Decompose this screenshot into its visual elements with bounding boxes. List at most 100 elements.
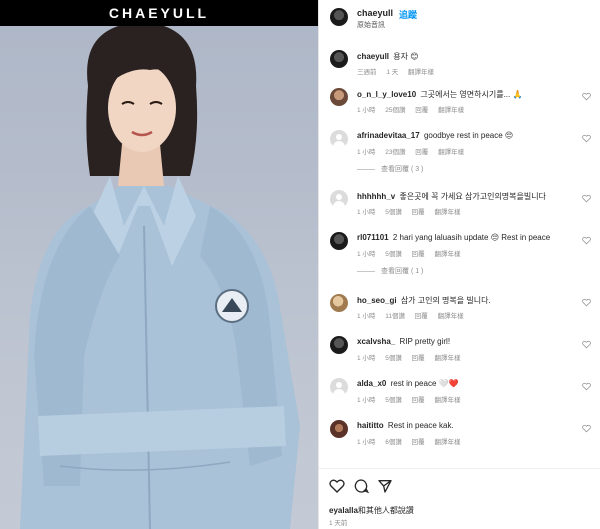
- emoji: 🙏: [512, 90, 523, 99]
- emoji: 🤍❤️: [438, 379, 459, 388]
- commenter-username[interactable]: afrinadevitaa_17: [357, 131, 420, 140]
- view-replies-link[interactable]: 查看回覆 ( 1 ): [357, 266, 423, 276]
- reply-link[interactable]: 回覆: [415, 107, 428, 114]
- comment-time: 1 小時: [357, 313, 376, 320]
- comment-time: 1 小時: [357, 107, 376, 114]
- reply-link[interactable]: 回覆: [412, 251, 425, 258]
- comment-time: 1 小時: [357, 355, 376, 362]
- reply-link[interactable]: 回覆: [412, 209, 425, 216]
- translate-link[interactable]: 翻譯年樣: [438, 149, 464, 156]
- translate-link[interactable]: 翻譯年樣: [438, 313, 464, 320]
- translate-link[interactable]: 翻譯年樣: [408, 69, 434, 76]
- commenter-avatar[interactable]: [330, 190, 348, 208]
- commenter-username[interactable]: xcalvsha_: [357, 337, 395, 346]
- comment-likes[interactable]: 1 天: [386, 69, 398, 76]
- reply-link[interactable]: 回覆: [412, 439, 425, 446]
- commenter-avatar[interactable]: [330, 232, 348, 250]
- action-bar: [319, 474, 600, 498]
- brand-banner: CHAEYULL: [0, 0, 318, 26]
- comment-likes[interactable]: 25個讚: [385, 107, 405, 114]
- replies-line: [357, 270, 375, 272]
- comment-meta: 三週前 1 天 翻譯年樣: [357, 66, 442, 76]
- comment-meta: 1 小時 5個讚 回覆 翻譯年樣: [357, 394, 468, 404]
- follow-button[interactable]: 追蹤: [399, 8, 417, 21]
- like-heart-icon[interactable]: [329, 478, 345, 494]
- translate-link[interactable]: 翻譯年樣: [434, 251, 460, 258]
- commenter-username[interactable]: o_n_l_y_love10: [357, 90, 416, 99]
- commenter-username[interactable]: rl071101: [357, 233, 389, 242]
- like-heart-icon[interactable]: [582, 92, 591, 101]
- translate-link[interactable]: 翻譯年樣: [434, 355, 460, 362]
- commenter-avatar[interactable]: [330, 88, 348, 106]
- comment-time: 1 小時: [357, 439, 376, 446]
- comment-meta: 1 小時 5個讚 回覆 翻譯年樣: [357, 206, 468, 216]
- comment-likes[interactable]: 5個讚: [385, 355, 402, 362]
- comment-likes[interactable]: 5個讚: [385, 251, 402, 258]
- comment-meta: 1 小時 6個讚 回覆 翻譯年樣: [357, 436, 468, 446]
- mention[interactable]: asih update: [447, 233, 488, 242]
- comment-time: 三週前: [357, 69, 377, 76]
- comment-likes[interactable]: 23個讚: [385, 149, 405, 156]
- comment-text: afrinadevitaa_17 goodbye rest in peace 😔: [357, 131, 514, 140]
- divider: [319, 468, 600, 469]
- post-header: chaeyull 追蹤 原始音訊: [319, 0, 600, 38]
- author-avatar[interactable]: [330, 8, 348, 26]
- comment-text: hhhhhh_v 좋은곳에 꼭 가세요 삼가고인의명복을빌니다: [357, 192, 546, 201]
- liked-text: 和其他人都說讚: [357, 506, 414, 515]
- reply-link[interactable]: 回覆: [412, 397, 425, 404]
- translate-link[interactable]: 翻譯年樣: [434, 209, 460, 216]
- comment-likes[interactable]: 5個讚: [385, 397, 402, 404]
- comment-text: ho_seo_gi 삼가 고인의 명복을 빌니다.: [357, 296, 491, 305]
- comment-likes[interactable]: 6個讚: [385, 439, 402, 446]
- comment-text: chaeyull 용자 😊: [357, 52, 419, 61]
- comment-text: rl071101 2 hari yang laluasih update 😔 R…: [357, 233, 551, 242]
- emoji: 😔: [490, 233, 500, 242]
- like-heart-icon[interactable]: [582, 382, 591, 391]
- reply-link[interactable]: 回覆: [415, 313, 428, 320]
- like-heart-icon[interactable]: [582, 298, 591, 307]
- commenter-username[interactable]: haititto: [357, 421, 384, 430]
- post-photo[interactable]: CHAEYULL: [0, 0, 318, 529]
- commenter-avatar[interactable]: [330, 378, 348, 396]
- translate-link[interactable]: 翻譯年樣: [434, 439, 460, 446]
- commenter-avatar[interactable]: [330, 130, 348, 148]
- reply-link[interactable]: 回覆: [415, 149, 428, 156]
- commenter-username[interactable]: ho_seo_gi: [357, 296, 397, 305]
- comment-time: 1 小時: [357, 209, 376, 216]
- commenter-avatar[interactable]: [330, 294, 348, 312]
- like-heart-icon[interactable]: [582, 236, 591, 245]
- comment-meta: 1 小時 5個讚 回覆 翻譯年樣: [357, 248, 468, 258]
- commenter-username[interactable]: chaeyull: [357, 52, 389, 61]
- comment-text: xcalvsha_ RIP pretty girl!: [357, 337, 451, 346]
- commenter-avatar[interactable]: [330, 420, 348, 438]
- comment-text: o_n_l_y_love10 그곳에서는 영면하시기를... 🙏: [357, 90, 523, 99]
- translate-link[interactable]: 翻譯年樣: [438, 107, 464, 114]
- author-username[interactable]: chaeyull: [357, 8, 393, 18]
- view-replies-link[interactable]: 查看回覆 ( 3 ): [357, 164, 423, 174]
- comment-time: 1 小時: [357, 397, 376, 404]
- like-heart-icon[interactable]: [582, 194, 591, 203]
- audio-label[interactable]: 原始音訊: [357, 20, 385, 30]
- comment-text: haititto Rest in peace kak.: [357, 421, 454, 430]
- like-heart-icon[interactable]: [582, 424, 591, 433]
- likes-summary[interactable]: eyalalla和其他人都說讚: [329, 505, 414, 516]
- commenter-avatar[interactable]: [330, 336, 348, 354]
- commenter-avatar[interactable]: [330, 50, 348, 68]
- comment-likes[interactable]: 11個讚: [385, 313, 405, 320]
- like-heart-icon[interactable]: [582, 340, 591, 349]
- comment-bubble-icon[interactable]: [353, 478, 369, 494]
- reply-link[interactable]: 回覆: [412, 355, 425, 362]
- comment-likes[interactable]: 5個讚: [385, 209, 402, 216]
- commenter-username[interactable]: alda_x0: [357, 379, 386, 388]
- comment-list[interactable]: chaeyull 용자 😊 三週前 1 天 翻譯年樣 o_n_l_y_love1…: [319, 38, 600, 466]
- commenter-username[interactable]: hhhhhh_v: [357, 192, 395, 201]
- translate-link[interactable]: 翻譯年樣: [434, 397, 460, 404]
- liked-username[interactable]: eyalalla: [329, 506, 358, 515]
- share-send-icon[interactable]: [377, 478, 393, 494]
- comment-meta: 1 小時 11個讚 回覆 翻譯年樣: [357, 310, 472, 320]
- comment-time: 1 小時: [357, 149, 376, 156]
- comment-meta: 1 小時 23個讚 回覆 翻譯年樣: [357, 146, 472, 156]
- emoji: 😔: [504, 131, 514, 140]
- emoji: 😊: [410, 52, 419, 61]
- like-heart-icon[interactable]: [582, 134, 591, 143]
